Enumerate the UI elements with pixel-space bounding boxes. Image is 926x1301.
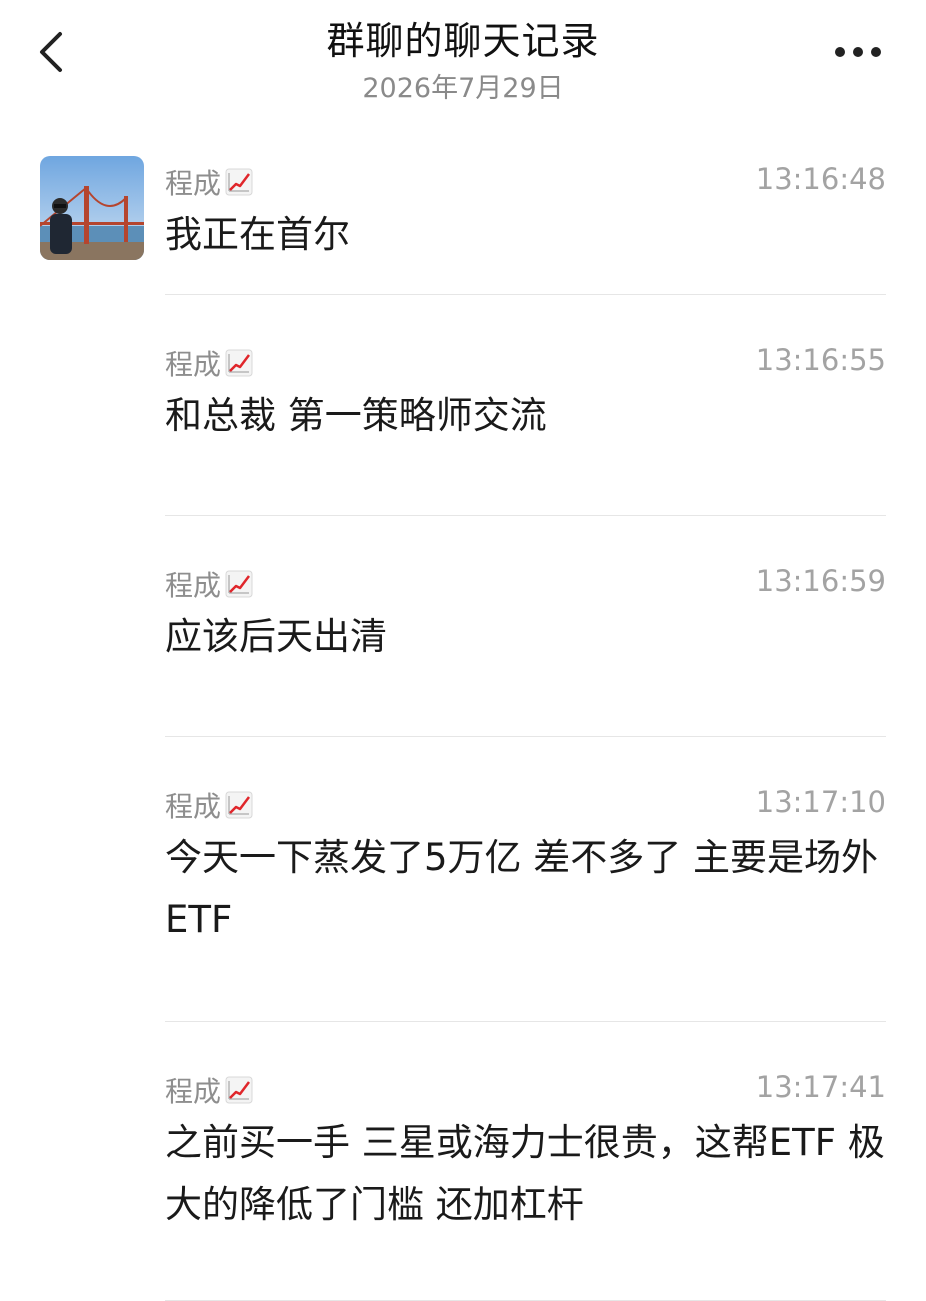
message-text: 我正在首尔	[165, 213, 350, 256]
message-time: 13:16:59	[755, 564, 886, 598]
sender-name[interactable]: 程成	[165, 564, 253, 604]
page-title: 群聊的聊天记录	[326, 19, 600, 63]
sender-name[interactable]: 程成	[165, 343, 253, 383]
message-time: 13:17:10	[755, 785, 886, 819]
chart-increasing-icon	[225, 570, 253, 598]
avatar[interactable]	[40, 156, 144, 260]
message-text: 今天一下蒸发了5万亿 差不多了 主要是场外ETF	[165, 836, 879, 941]
sender-name[interactable]: 程成	[165, 1070, 253, 1110]
sender-name[interactable]: 程成	[165, 162, 253, 202]
message-text: 之前买一手 三星或海力士很贵，这帮ETF 极大的降低了门槛 还加杠杆	[165, 1121, 885, 1226]
message-time: 13:16:48	[755, 162, 886, 196]
message-item: 程成 13:16:55 和总裁 第一策略师交流	[165, 331, 886, 516]
message-list: 程成 13:16:48 我正在首尔 程成 13:16:55 和总裁 第一策略师交…	[165, 150, 886, 1301]
chart-increasing-icon	[225, 349, 253, 377]
message-text: 和总裁 第一策略师交流	[165, 394, 547, 437]
message-item: 程成 13:17:10 今天一下蒸发了5万亿 差不多了 主要是场外ETF	[165, 773, 886, 1022]
message-item: 程成 13:16:59 应该后天出清	[165, 552, 886, 737]
header: 群聊的聊天记录 2026年7月29日	[0, 0, 926, 120]
chat-date: 2026年7月29日	[362, 73, 564, 104]
more-button[interactable]	[830, 36, 886, 68]
message-time: 13:16:55	[755, 343, 886, 377]
message-text: 应该后天出清	[165, 615, 387, 658]
chart-increasing-icon	[225, 791, 253, 819]
message-item: 程成 13:16:48 我正在首尔	[165, 150, 886, 295]
chart-increasing-icon	[225, 168, 253, 196]
message-time: 13:17:41	[755, 1070, 886, 1104]
message-item: 程成 13:17:41 之前买一手 三星或海力士很贵，这帮ETF 极大的降低了门…	[165, 1058, 886, 1301]
more-dots-icon	[835, 47, 881, 57]
chart-increasing-icon	[225, 1076, 253, 1104]
sender-name[interactable]: 程成	[165, 785, 253, 825]
